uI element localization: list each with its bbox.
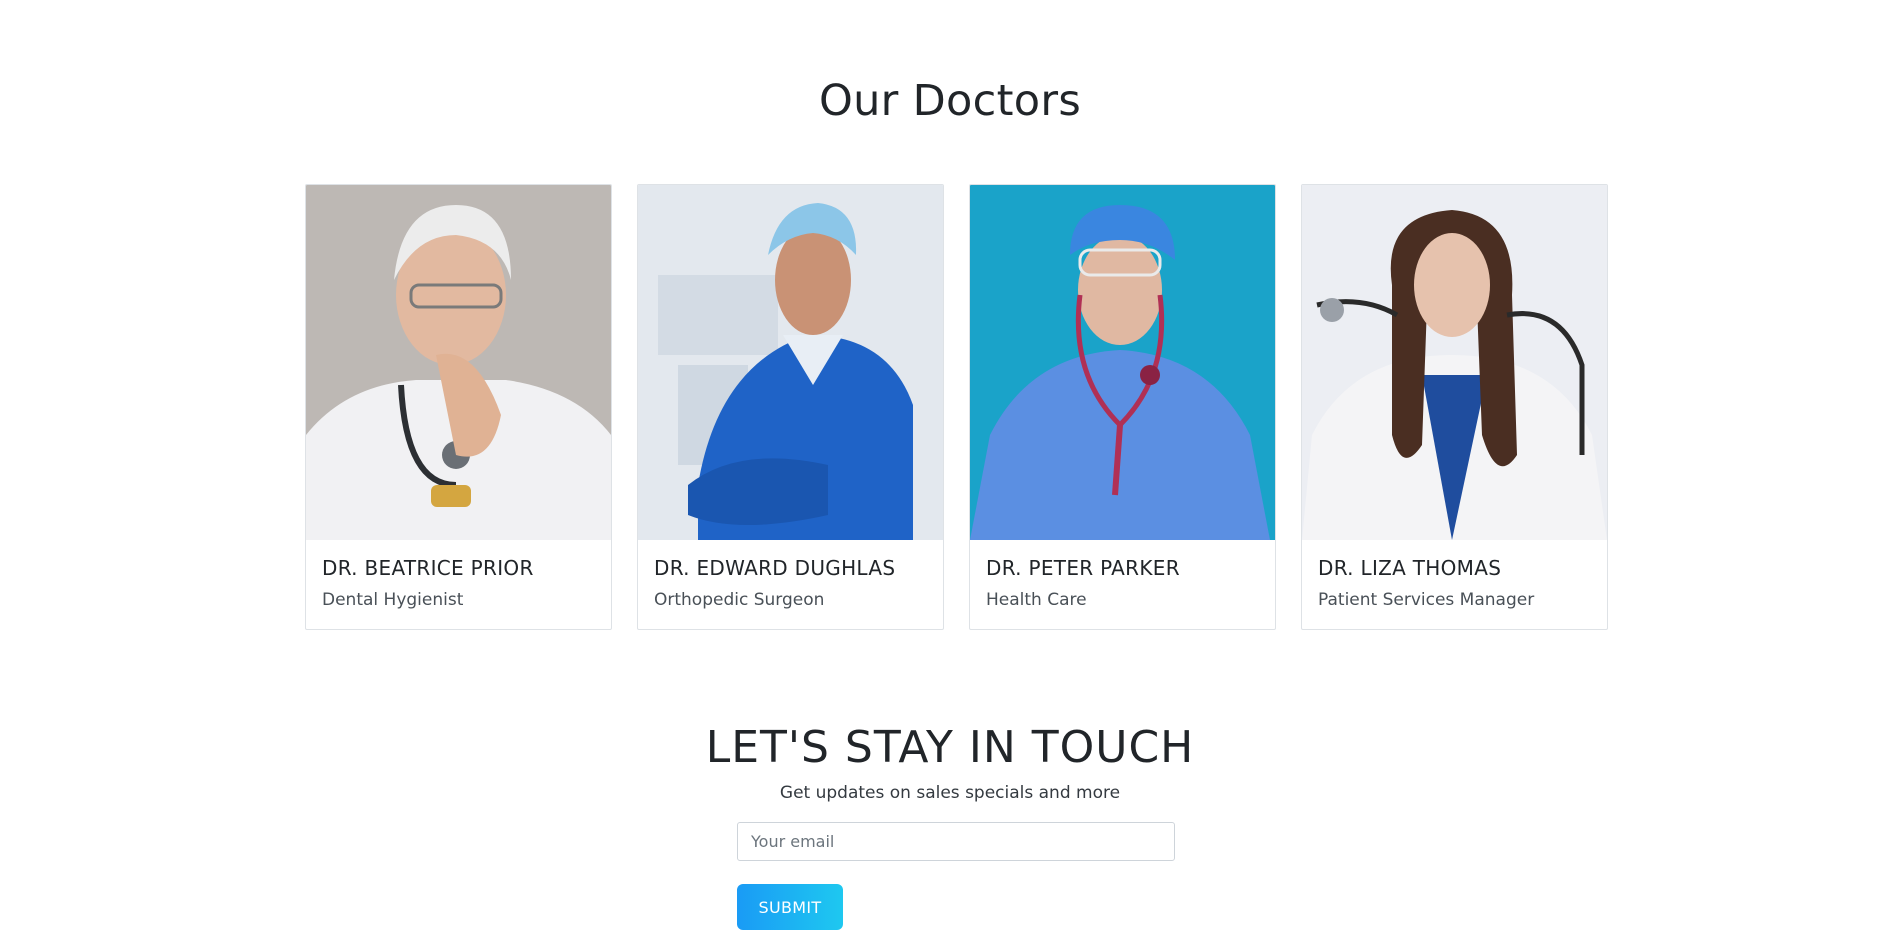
doctor-role: Patient Services Manager — [1318, 590, 1535, 610]
submit-button[interactable]: SUBMIT — [737, 884, 843, 930]
newsletter-subtitle: Get updates on sales specials and more — [779, 783, 1121, 803]
doctor-role: Orthopedic Surgeon — [654, 590, 825, 610]
email-input[interactable] — [737, 822, 1175, 861]
doctor-photo — [638, 185, 943, 540]
doctor-role: Dental Hygienist — [322, 590, 464, 610]
doctor-name: DR. PETER PARKER — [986, 556, 1180, 580]
doctor-photo — [970, 185, 1275, 540]
doctor-card[interactable]: DR. EDWARD DUGHLAS Orthopedic Surgeon — [637, 184, 944, 630]
doctor-card[interactable]: DR. LIZA THOMAS Patient Services Manager — [1301, 184, 1608, 630]
doctor-name: DR. EDWARD DUGHLAS — [654, 556, 896, 580]
doctor-photo — [1302, 185, 1607, 540]
doctor-name: DR. BEATRICE PRIOR — [322, 556, 534, 580]
doctor-name: DR. LIZA THOMAS — [1318, 556, 1502, 580]
doctor-cards: DR. BEATRICE PRIOR Dental Hygienist DR. … — [305, 184, 1608, 630]
doctor-card[interactable]: DR. PETER PARKER Health Care — [969, 184, 1276, 630]
doctor-card[interactable]: DR. BEATRICE PRIOR Dental Hygienist — [305, 184, 612, 630]
newsletter-title: LET'S STAY IN TOUCH — [705, 722, 1195, 773]
doctor-role: Health Care — [986, 590, 1087, 610]
section-title: Our Doctors — [818, 76, 1082, 126]
doctor-photo — [306, 185, 611, 540]
